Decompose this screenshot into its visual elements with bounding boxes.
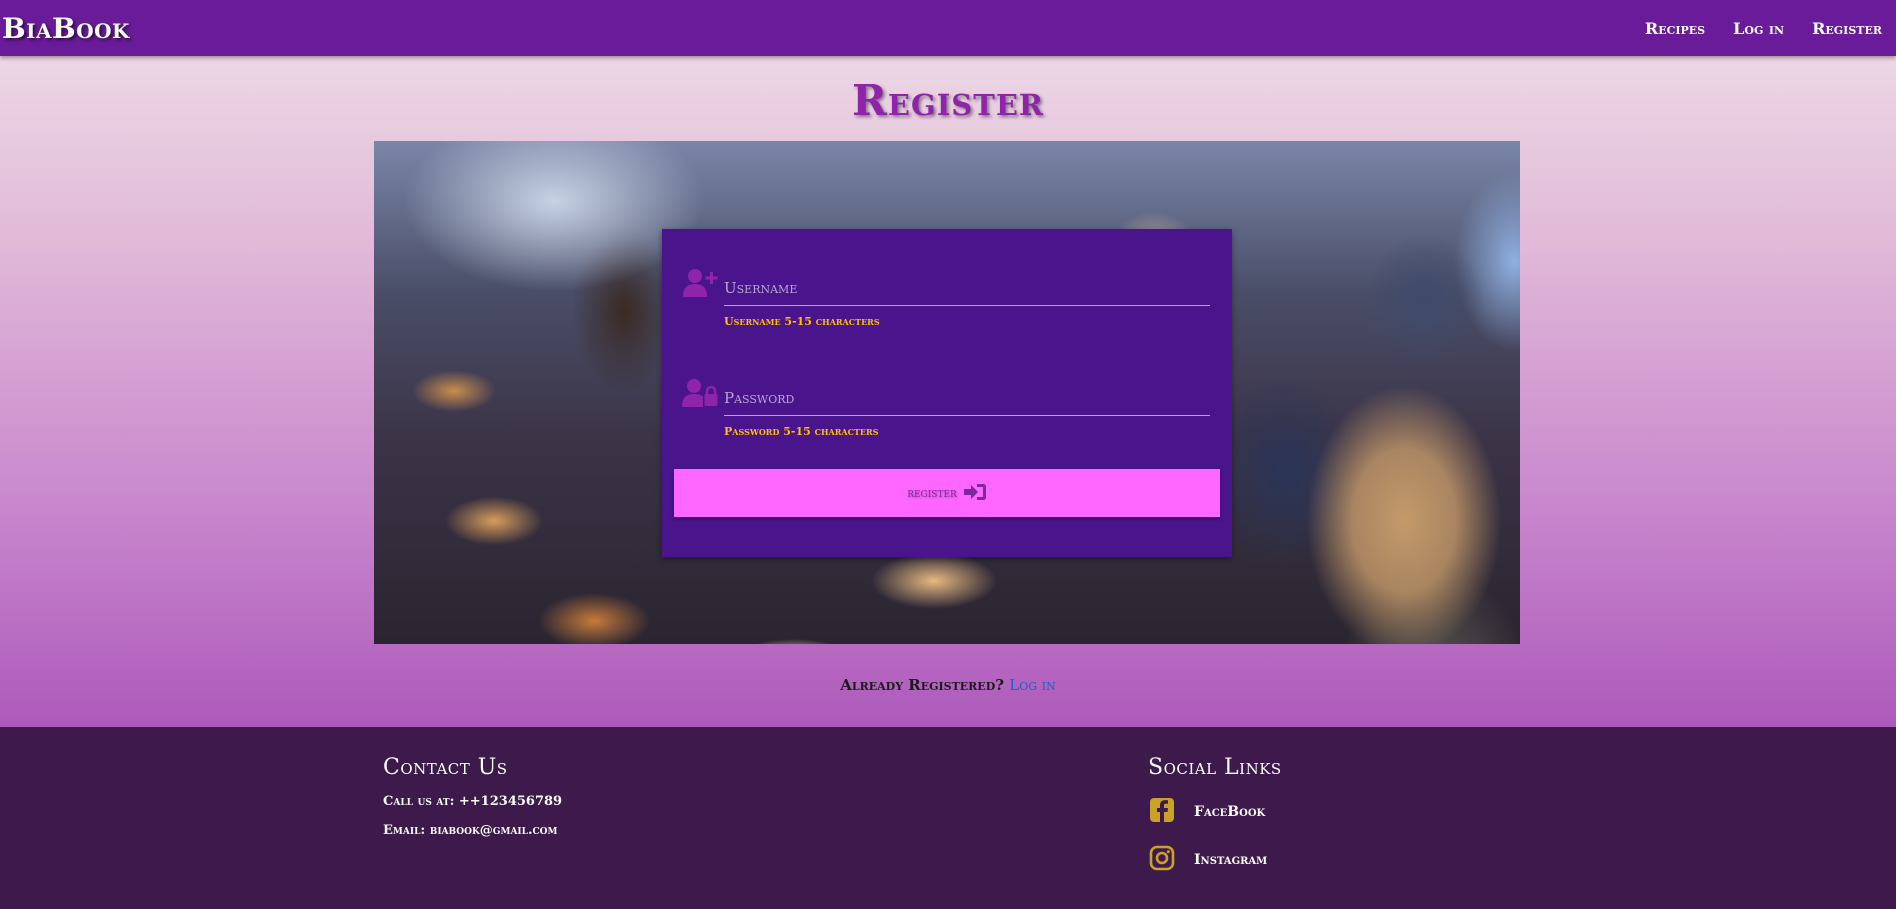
user-lock-icon (682, 377, 718, 409)
social-heading: Social Links (1148, 755, 1282, 780)
page-title: Register (851, 76, 1045, 125)
instagram-label: Instagram (1194, 852, 1268, 868)
facebook-icon (1148, 796, 1176, 828)
social-link-instagram[interactable]: Instagram (1148, 844, 1282, 876)
nav-links: Recipes Log in Register (1645, 19, 1896, 38)
register-button[interactable]: register (674, 469, 1220, 517)
navbar: BiaBook Recipes Log in Register (0, 0, 1896, 56)
brand-logo[interactable]: BiaBook (0, 12, 130, 45)
already-registered-text: Already Registered? (840, 676, 1005, 694)
username-input[interactable] (724, 275, 1210, 306)
social-section: Social Links FaceBook Instagram (1148, 755, 1282, 876)
username-helper-text: Username 5-15 characters (724, 315, 880, 328)
facebook-label: FaceBook (1194, 804, 1266, 820)
login-link[interactable]: Log in (1009, 676, 1056, 694)
nav-link-login[interactable]: Log in (1733, 19, 1784, 38)
register-button-label: register (907, 485, 957, 501)
password-helper-text: Password 5-15 characters (724, 425, 879, 438)
contact-heading: Contact Us (383, 755, 508, 780)
user-plus-icon (682, 267, 718, 299)
contact-phone: Call us at: ++123456789 (383, 794, 563, 809)
nav-link-recipes[interactable]: Recipes (1645, 19, 1705, 38)
nav-link-register[interactable]: Register (1812, 19, 1882, 38)
register-form: Username 5-15 characters Password 5-15 c… (662, 229, 1232, 557)
instagram-icon (1148, 844, 1176, 876)
password-input[interactable] (724, 385, 1210, 416)
sign-in-icon (963, 483, 987, 504)
footer: Contact Us Call us at: ++123456789 Email… (0, 727, 1896, 909)
social-link-facebook[interactable]: FaceBook (1148, 796, 1282, 828)
contact-section: Contact Us Call us at: ++123456789 Email… (383, 755, 562, 838)
already-registered: Already Registered? Log in (0, 676, 1896, 694)
contact-email: Email: biabook@gmail.com (383, 823, 558, 838)
